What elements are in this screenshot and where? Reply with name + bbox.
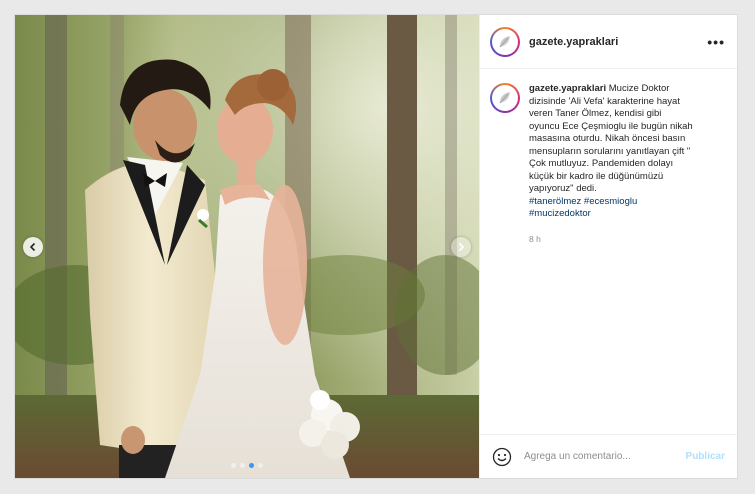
post-header: gazete.yapraklari •••: [480, 15, 737, 69]
leaf-logo-icon: [499, 35, 510, 47]
hashtag-link[interactable]: #ecesmioglu: [584, 196, 637, 207]
post-side-panel: gazete.yapraklari ••• gazete.yapraklari …: [479, 15, 737, 478]
carousel-prev-button[interactable]: [23, 237, 43, 257]
caption-avatar[interactable]: [490, 83, 520, 113]
caption-line: mensupların sorularını yanıtlayan çift ": [529, 145, 691, 157]
post-photo: [15, 15, 479, 478]
chevron-right-icon: [458, 242, 465, 252]
hashtag-link[interactable]: #tanerölmez: [529, 196, 581, 207]
carousel-indicator: [15, 463, 479, 468]
caption-line: yapıyoruz" dedi.: [529, 183, 597, 194]
hashtag-link[interactable]: #mucizedoktor: [529, 208, 591, 219]
caption-area: gazete.yapraklari Mucize Doktor dizisind…: [480, 69, 737, 434]
post-media[interactable]: [15, 15, 479, 478]
caption-line: oyuncu Ece Çeşmioglu ile bugün nikah: [529, 120, 693, 132]
emoji-icon[interactable]: [492, 447, 512, 467]
caption-username[interactable]: gazete.yapraklari: [529, 83, 606, 94]
caption-line: veren Taner Ölmez, kendisi gibi: [529, 108, 662, 119]
carousel-next-button[interactable]: [451, 237, 471, 257]
comment-input[interactable]: [522, 450, 680, 463]
caption: gazete.yapraklari Mucize Doktor dizisind…: [529, 83, 719, 245]
carousel-dot: [231, 463, 236, 468]
leaf-logo-icon: [499, 92, 510, 104]
instagram-post: gazete.yapraklari ••• gazete.yapraklari …: [14, 14, 738, 479]
post-timestamp[interactable]: 8 h: [529, 233, 719, 246]
caption-line: Mucize Doktor: [608, 83, 670, 94]
caption-line: dizisinde 'Ali Vefa' karakterine hayat: [529, 95, 680, 107]
carousel-dot: [249, 463, 254, 468]
header-username[interactable]: gazete.yapraklari: [529, 36, 707, 48]
more-options-icon[interactable]: •••: [707, 35, 725, 49]
chevron-left-icon: [29, 242, 36, 252]
carousel-dot: [258, 463, 263, 468]
avatar[interactable]: [490, 26, 520, 57]
caption-line: masasına oturdu. Nikah öncesi basın: [529, 133, 686, 144]
caption-line: küçük bir kadro ile düğünümüzü: [529, 170, 664, 182]
publish-button[interactable]: Publicar: [686, 451, 725, 462]
caption-line: Çok mutluyuz. Pandemiden dolayı: [529, 158, 674, 169]
comment-bar: Publicar: [480, 434, 737, 478]
carousel-dot: [240, 463, 245, 468]
